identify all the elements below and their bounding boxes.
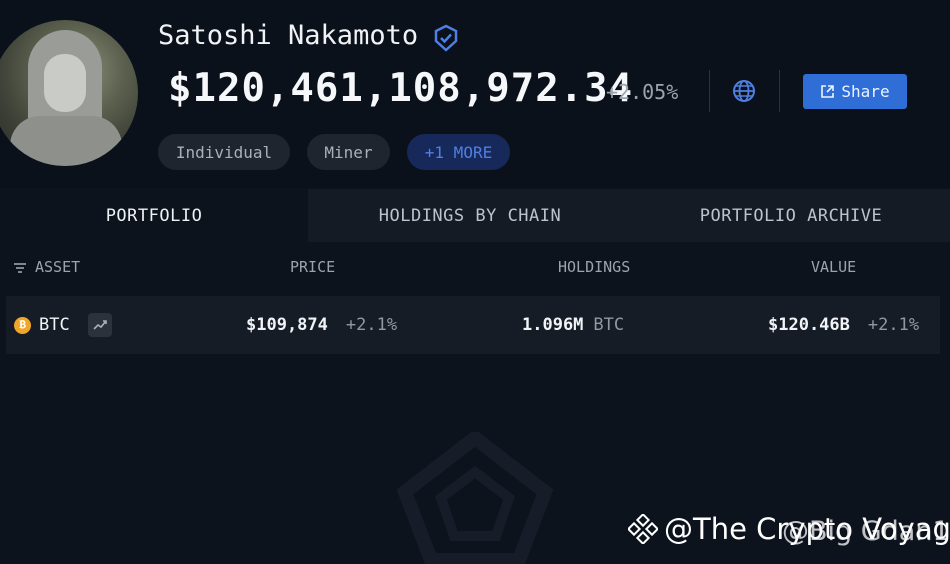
holdings-amount: 1.096M <box>522 315 584 335</box>
tag-miner[interactable]: Miner <box>307 134 390 170</box>
asset-cell[interactable]: ₿ BTC <box>14 296 70 354</box>
more-tags-button[interactable]: +1 MORE <box>407 134 510 170</box>
holdings-unit: BTC <box>593 315 625 335</box>
arkham-logo-icon <box>396 432 554 564</box>
share-icon <box>821 85 835 98</box>
column-header-holdings[interactable]: HOLDINGS <box>558 258 630 276</box>
price-change: +2.1% <box>345 315 398 335</box>
avatar <box>0 20 138 166</box>
btc-coin-icon: ₿ <box>14 316 31 334</box>
entity-name: Satoshi Nakamoto <box>158 20 419 51</box>
holdings-cell: 1.096M BTC <box>522 296 624 354</box>
value-change: +2.1% <box>867 315 920 335</box>
tab-bar: PORTFOLIO HOLDINGS BY CHAIN PORTFOLIO AR… <box>0 189 950 242</box>
table-row[interactable]: ₿ BTC $109,874 +2.1% 1.096M BTC $120.46B… <box>6 296 940 354</box>
profile-header: Satoshi Nakamoto $120,461,108,972.34 +2.… <box>0 0 950 188</box>
watermark-overlay: @Big Gdan123 <box>782 516 950 547</box>
asset-price: $109,874 <box>246 315 328 335</box>
tag-individual[interactable]: Individual <box>158 134 290 170</box>
share-button[interactable]: Share <box>803 74 907 109</box>
chart-icon[interactable] <box>88 313 112 337</box>
portfolio-balance: $120,461,108,972.34 <box>168 66 634 111</box>
binance-logo-icon <box>628 514 658 544</box>
divider <box>779 70 780 112</box>
asset-value: $120.46B <box>768 315 850 335</box>
tab-holdings-by-chain[interactable]: HOLDINGS BY CHAIN <box>308 189 632 242</box>
balance-change: +2.05% <box>606 80 679 104</box>
filter-icon[interactable] <box>13 262 27 274</box>
divider <box>709 70 710 112</box>
share-label: Share <box>841 82 890 101</box>
verified-badge-icon <box>434 24 458 52</box>
column-header-price[interactable]: PRICE <box>290 258 335 276</box>
price-cell: $109,874 +2.1% <box>246 296 397 354</box>
tab-portfolio[interactable]: PORTFOLIO <box>0 189 308 242</box>
tab-portfolio-archive[interactable]: PORTFOLIO ARCHIVE <box>632 189 950 242</box>
value-cell: $120.46B +2.1% <box>768 296 919 354</box>
column-header-asset[interactable]: ASSET <box>35 258 80 276</box>
column-header-value[interactable]: VALUE <box>811 258 856 276</box>
asset-symbol: BTC <box>39 315 70 335</box>
globe-icon[interactable] <box>731 78 757 104</box>
